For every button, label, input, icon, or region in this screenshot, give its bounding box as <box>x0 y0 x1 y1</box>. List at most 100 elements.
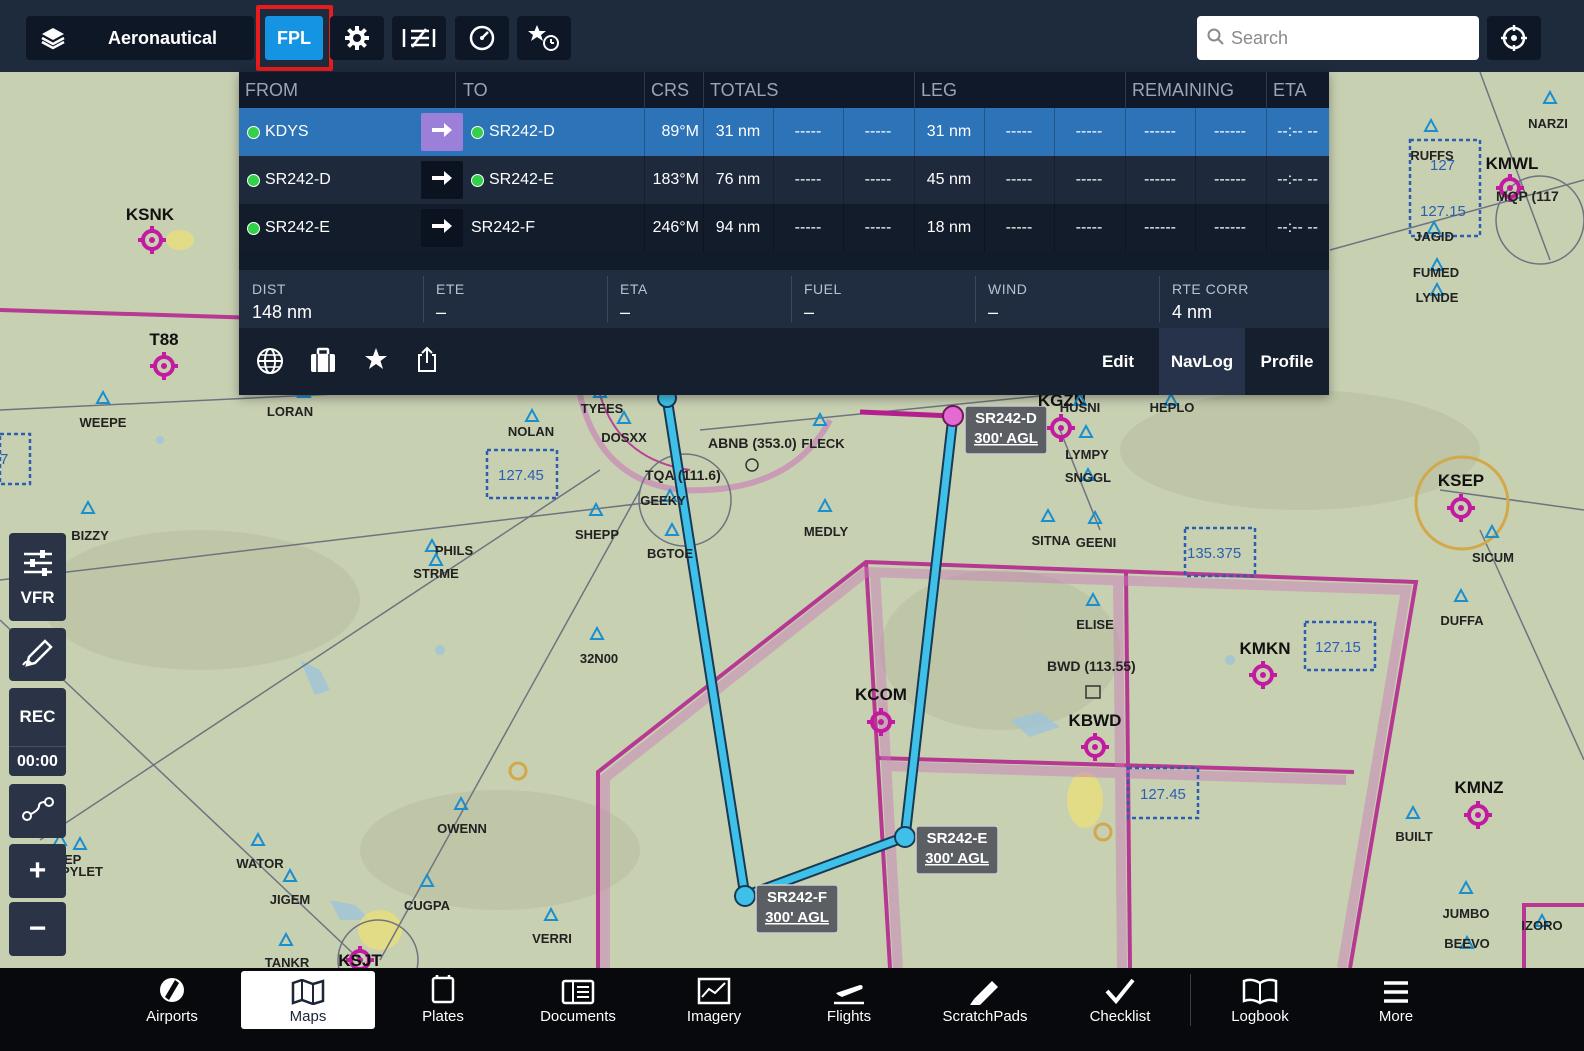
waypoint-alt: 300' AGL <box>765 909 829 926</box>
tab-profile[interactable]: Profile <box>1245 328 1329 395</box>
waypoint-callout-e[interactable]: SR242-E 300' AGL <box>915 825 999 875</box>
leg-arrow-button[interactable] <box>421 209 463 247</box>
fix-label: CUGPA <box>404 898 451 913</box>
crosshair-icon <box>1500 24 1528 52</box>
locate-button[interactable] <box>1487 16 1541 60</box>
search-box[interactable] <box>1197 16 1479 60</box>
table-row[interactable]: SR242-E SR242-F 246°M 94 nm ----- ----- 18 nm -… <box>239 204 1329 252</box>
remaining-time: ------ <box>1144 219 1176 236</box>
nav-imagery[interactable]: Imagery <box>647 971 781 1029</box>
recents-button[interactable] <box>517 16 571 60</box>
settings-button[interactable] <box>330 16 384 60</box>
nav-checklist[interactable]: Checklist <box>1053 971 1187 1029</box>
instruments-button[interactable] <box>455 16 509 60</box>
rec-button[interactable]: REC <box>9 688 66 746</box>
fix-label: ELISE <box>1076 617 1114 632</box>
summary-label: ETA <box>620 281 648 297</box>
fix-label: LYMPY <box>1065 447 1109 462</box>
gauge-icon <box>468 24 496 52</box>
summary-value: – <box>620 302 631 322</box>
zoom-in-button[interactable]: + <box>9 844 66 898</box>
remaining-time: ------ <box>1144 123 1176 140</box>
leg-time: ----- <box>1005 219 1033 236</box>
waypoint-marker[interactable] <box>734 885 756 907</box>
star-icon[interactable] <box>363 346 389 377</box>
nav-scratchpads[interactable]: ScratchPads <box>918 971 1052 1029</box>
fix-label: OWENN <box>437 821 487 836</box>
fix-marker[interactable]: SNGGL <box>1065 466 1111 485</box>
from-label: SR242-D <box>265 171 331 188</box>
layers-button[interactable]: Aeronautical <box>26 16 254 60</box>
fpl-toolbar: Edit NavLog Profile <box>239 328 1329 395</box>
globe-icon[interactable] <box>255 346 285 381</box>
map-settings-button[interactable]: VFR <box>9 533 66 621</box>
table-row[interactable]: KDYS SR242-D 89°M 31 nm ----- ----- 31 nm -----… <box>239 108 1329 156</box>
track-recorder[interactable]: REC 00:00 <box>9 688 66 776</box>
waypoint-alt: 300' AGL <box>925 850 989 867</box>
waypoint-marker[interactable] <box>894 826 916 848</box>
nav-maps[interactable]: Maps <box>241 971 375 1029</box>
nav-label: ScratchPads <box>942 1008 1028 1025</box>
nav-logbook[interactable]: Logbook <box>1193 971 1327 1029</box>
airport-label: KBWD <box>1069 711 1122 730</box>
summary-label: FUEL <box>804 281 842 297</box>
briefcase-icon[interactable] <box>309 346 337 381</box>
plane-icon <box>832 971 866 1005</box>
route-edit-button[interactable] <box>9 784 66 838</box>
navlog-header: FROM TO CRS TOTALS LEG REMAINING ETA <box>239 72 1329 108</box>
waypoint-callout-d[interactable]: SR242-D 300' AGL <box>964 405 1048 455</box>
totals-time: ----- <box>794 171 822 188</box>
eta-cell: --:-- -- <box>1277 219 1318 236</box>
fix-marker[interactable]: BEEVO <box>1444 934 1490 951</box>
layers-icon <box>40 26 66 50</box>
tab-edit[interactable]: Edit <box>1077 328 1159 395</box>
freq-label: 127.45 <box>498 467 544 484</box>
rec-timer: 00:00 <box>9 746 66 776</box>
totals-fuel: ----- <box>864 219 892 236</box>
table-row[interactable]: SR242-D SR242-E 183°M 76 nm ----- ----- 45 nm -… <box>239 156 1329 204</box>
route-icon <box>21 796 55 827</box>
tab-navlog[interactable]: NavLog <box>1159 328 1245 395</box>
to-cell: SR242-E <box>471 156 554 204</box>
fix-label: MEDLY <box>804 524 849 539</box>
nav-flights[interactable]: Flights <box>782 971 916 1029</box>
fix-marker[interactable]: IZORO <box>1521 912 1563 933</box>
fix-label: JAGID <box>1414 229 1454 244</box>
search-input[interactable] <box>1231 24 1471 52</box>
leg-arrow-button[interactable] <box>421 113 463 151</box>
leg-arrow-button[interactable] <box>421 161 463 199</box>
to-cell: SR242-D <box>471 108 555 156</box>
summary-label: RTE CORR <box>1172 281 1249 297</box>
nav-label: Plates <box>422 1008 464 1025</box>
share-icon[interactable] <box>415 346 439 379</box>
nav-documents[interactable]: Documents <box>511 971 645 1029</box>
waypoint-marker[interactable] <box>942 405 964 427</box>
fix-label: HUSNI <box>1060 400 1100 415</box>
nav-more[interactable]: More <box>1329 971 1463 1029</box>
table-row-partial[interactable] <box>239 252 1329 270</box>
summary-eta: ETA – <box>607 270 791 328</box>
navaid-label: ABNB (353.0) <box>708 435 797 451</box>
remaining-fuel: ------ <box>1214 219 1246 236</box>
from-cell: KDYS <box>247 108 309 156</box>
status-dot <box>247 221 260 235</box>
nav-airports[interactable]: Airports <box>105 971 239 1029</box>
weather-button[interactable] <box>392 16 446 60</box>
zoom-out-button[interactable]: − <box>9 902 66 956</box>
airport-label: T88 <box>149 330 178 349</box>
nav-plates[interactable]: Plates <box>376 971 510 1029</box>
fpl-button[interactable]: FPL <box>265 16 323 60</box>
nav-divider <box>1190 974 1191 1026</box>
fix-label: NOLAN <box>508 424 554 439</box>
fix-label: LYNDE <box>1416 290 1459 305</box>
summary-label: ETE <box>436 281 465 297</box>
fix-label: BIZZY <box>71 528 109 543</box>
fix-marker[interactable]: GEEKY <box>640 487 686 508</box>
fix-label: SITNA <box>1032 533 1072 548</box>
draw-button[interactable] <box>9 628 66 681</box>
totals-time: ----- <box>794 219 822 236</box>
freq-label: 135.375 <box>1187 545 1241 562</box>
fix-label: LORAN <box>267 404 313 419</box>
airport-icon <box>157 971 187 1005</box>
waypoint-callout-f[interactable]: SR242-F 300' AGL <box>755 884 839 934</box>
